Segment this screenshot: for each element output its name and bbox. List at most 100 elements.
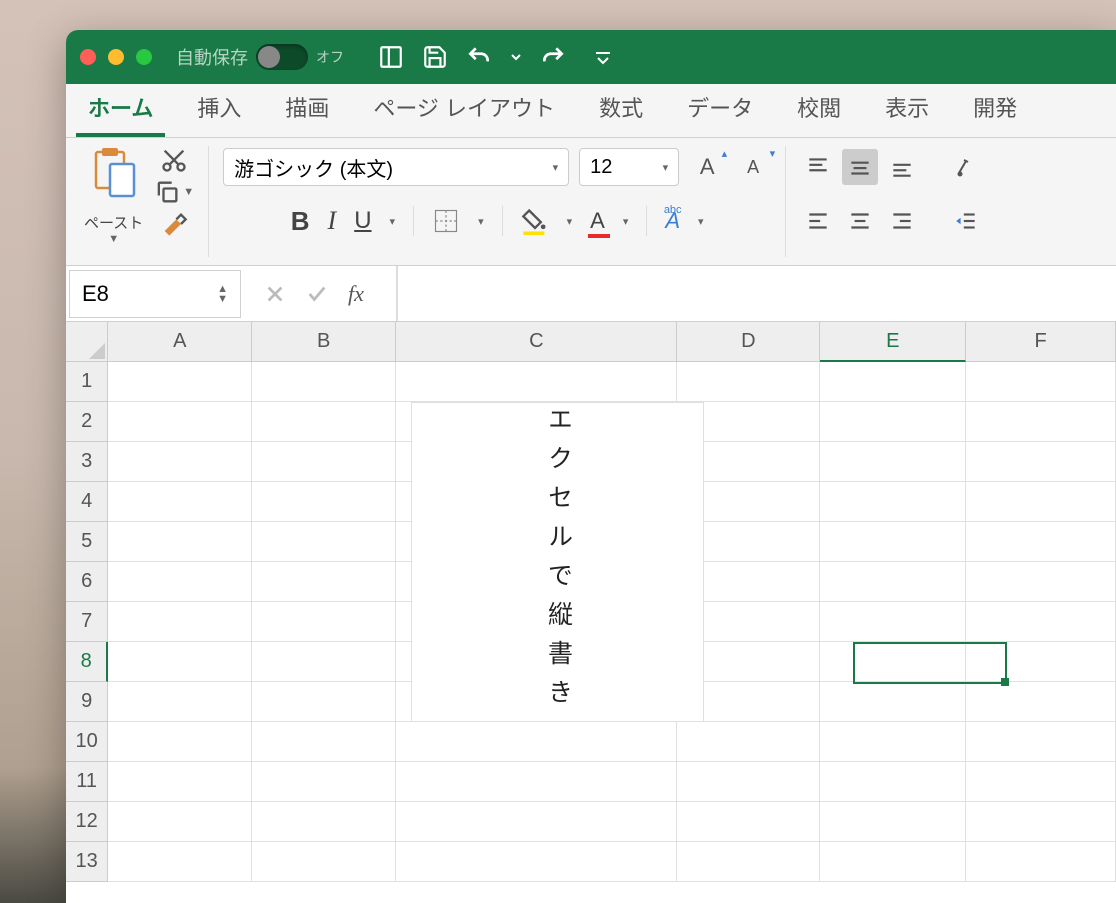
row-header-6[interactable]: 6 bbox=[66, 562, 108, 602]
qat-customize-icon[interactable] bbox=[594, 48, 612, 66]
align-top-button[interactable] bbox=[800, 149, 836, 185]
cell[interactable] bbox=[966, 762, 1116, 802]
cell[interactable] bbox=[108, 802, 252, 842]
cell[interactable] bbox=[108, 762, 252, 802]
tab-data[interactable]: データ bbox=[675, 81, 765, 137]
paste-button[interactable]: ペースト ▼ bbox=[84, 146, 143, 245]
chevron-down-icon[interactable]: ▾ bbox=[478, 215, 484, 228]
cell[interactable] bbox=[820, 802, 966, 842]
font-color-button[interactable]: A bbox=[590, 208, 605, 234]
save-icon[interactable] bbox=[422, 44, 448, 70]
layout-icon[interactable] bbox=[378, 44, 404, 70]
cell[interactable] bbox=[677, 722, 820, 762]
cell[interactable] bbox=[966, 602, 1116, 642]
tab-developer[interactable]: 開発 bbox=[961, 81, 1029, 137]
tab-formulas[interactable]: 数式 bbox=[587, 81, 655, 137]
cell[interactable] bbox=[252, 802, 396, 842]
cell[interactable] bbox=[252, 362, 396, 402]
cell[interactable] bbox=[108, 402, 252, 442]
increase-font-button[interactable]: A▴ bbox=[689, 149, 725, 185]
redo-icon[interactable] bbox=[540, 44, 566, 70]
cell[interactable] bbox=[966, 362, 1116, 402]
autosave-control[interactable]: 自動保存 オフ bbox=[176, 44, 344, 70]
cut-button[interactable] bbox=[153, 146, 194, 174]
cell[interactable] bbox=[966, 522, 1116, 562]
tab-insert[interactable]: 挿入 bbox=[185, 81, 253, 137]
col-header-a[interactable]: A bbox=[108, 322, 252, 362]
cell[interactable] bbox=[252, 482, 396, 522]
cell[interactable] bbox=[820, 682, 966, 722]
cell[interactable] bbox=[820, 642, 966, 682]
decrease-font-button[interactable]: A▾ bbox=[735, 149, 771, 185]
cell[interactable] bbox=[252, 722, 396, 762]
cell[interactable] bbox=[108, 722, 252, 762]
namebox-up-icon[interactable]: ▲ bbox=[217, 284, 228, 294]
fx-icon[interactable]: fx bbox=[348, 281, 364, 307]
undo-dropdown-icon[interactable] bbox=[510, 51, 522, 63]
col-header-d[interactable]: D bbox=[677, 322, 820, 362]
row-header-7[interactable]: 7 bbox=[66, 602, 108, 642]
decrease-indent-button[interactable] bbox=[948, 203, 984, 239]
align-right-button[interactable] bbox=[884, 203, 920, 239]
cell[interactable] bbox=[396, 762, 677, 802]
italic-button[interactable]: I bbox=[328, 206, 337, 236]
cell[interactable] bbox=[820, 522, 966, 562]
cell[interactable] bbox=[966, 562, 1116, 602]
cell[interactable] bbox=[108, 562, 252, 602]
cell[interactable] bbox=[396, 722, 677, 762]
row-header-10[interactable]: 10 bbox=[66, 722, 108, 762]
cell[interactable] bbox=[108, 682, 252, 722]
tab-view[interactable]: 表示 bbox=[873, 81, 941, 137]
tab-page-layout[interactable]: ページ レイアウト bbox=[361, 81, 567, 137]
maximize-window-button[interactable] bbox=[136, 49, 152, 65]
chevron-down-icon[interactable]: ▾ bbox=[390, 215, 396, 228]
row-header-13[interactable]: 13 bbox=[66, 842, 108, 882]
copy-button[interactable]: ▼ bbox=[153, 178, 194, 206]
cell[interactable] bbox=[396, 802, 677, 842]
cell[interactable] bbox=[820, 562, 966, 602]
spreadsheet-grid[interactable]: A B C D E F 12345678910111213 エクセルで縦書き bbox=[66, 322, 1116, 882]
format-painter-button[interactable] bbox=[153, 210, 194, 238]
row-header-11[interactable]: 11 bbox=[66, 762, 108, 802]
row-header-1[interactable]: 1 bbox=[66, 362, 108, 402]
cell[interactable] bbox=[966, 442, 1116, 482]
align-bottom-button[interactable] bbox=[884, 149, 920, 185]
phonetic-button[interactable]: abc A bbox=[665, 208, 680, 234]
cell[interactable] bbox=[252, 642, 396, 682]
cell[interactable] bbox=[677, 362, 820, 402]
cell[interactable] bbox=[820, 762, 966, 802]
borders-button[interactable] bbox=[432, 207, 460, 235]
cell[interactable] bbox=[820, 482, 966, 522]
col-header-b[interactable]: B bbox=[252, 322, 396, 362]
cell[interactable] bbox=[108, 442, 252, 482]
row-header-12[interactable]: 12 bbox=[66, 802, 108, 842]
col-header-e[interactable]: E bbox=[820, 322, 966, 362]
row-header-8[interactable]: 8 bbox=[66, 642, 108, 682]
cell[interactable] bbox=[396, 842, 677, 882]
merged-cell-c2-c9[interactable]: エクセルで縦書き bbox=[411, 402, 704, 722]
cell[interactable] bbox=[966, 802, 1116, 842]
font-name-select[interactable]: 游ゴシック (本文) ▾ bbox=[223, 148, 569, 186]
cancel-formula-button[interactable] bbox=[264, 281, 286, 307]
cell[interactable] bbox=[966, 842, 1116, 882]
cell[interactable] bbox=[966, 642, 1116, 682]
cell[interactable] bbox=[677, 842, 820, 882]
tab-draw[interactable]: 描画 bbox=[273, 81, 341, 137]
underline-button[interactable]: U bbox=[354, 207, 371, 235]
row-header-5[interactable]: 5 bbox=[66, 522, 108, 562]
cell[interactable] bbox=[820, 722, 966, 762]
row-header-3[interactable]: 3 bbox=[66, 442, 108, 482]
accept-formula-button[interactable] bbox=[304, 281, 330, 307]
orientation-button[interactable] bbox=[948, 149, 984, 185]
tab-review[interactable]: 校閲 bbox=[785, 81, 853, 137]
col-header-c[interactable]: C bbox=[396, 322, 677, 362]
align-middle-button[interactable] bbox=[842, 149, 878, 185]
cell[interactable] bbox=[108, 482, 252, 522]
chevron-down-icon[interactable]: ▾ bbox=[698, 215, 704, 228]
fill-color-button[interactable] bbox=[521, 207, 549, 235]
select-all-corner[interactable] bbox=[66, 322, 108, 362]
cell[interactable] bbox=[820, 842, 966, 882]
row-header-9[interactable]: 9 bbox=[66, 682, 108, 722]
cell[interactable] bbox=[108, 362, 252, 402]
font-size-select[interactable]: 12 ▾ bbox=[579, 148, 679, 186]
